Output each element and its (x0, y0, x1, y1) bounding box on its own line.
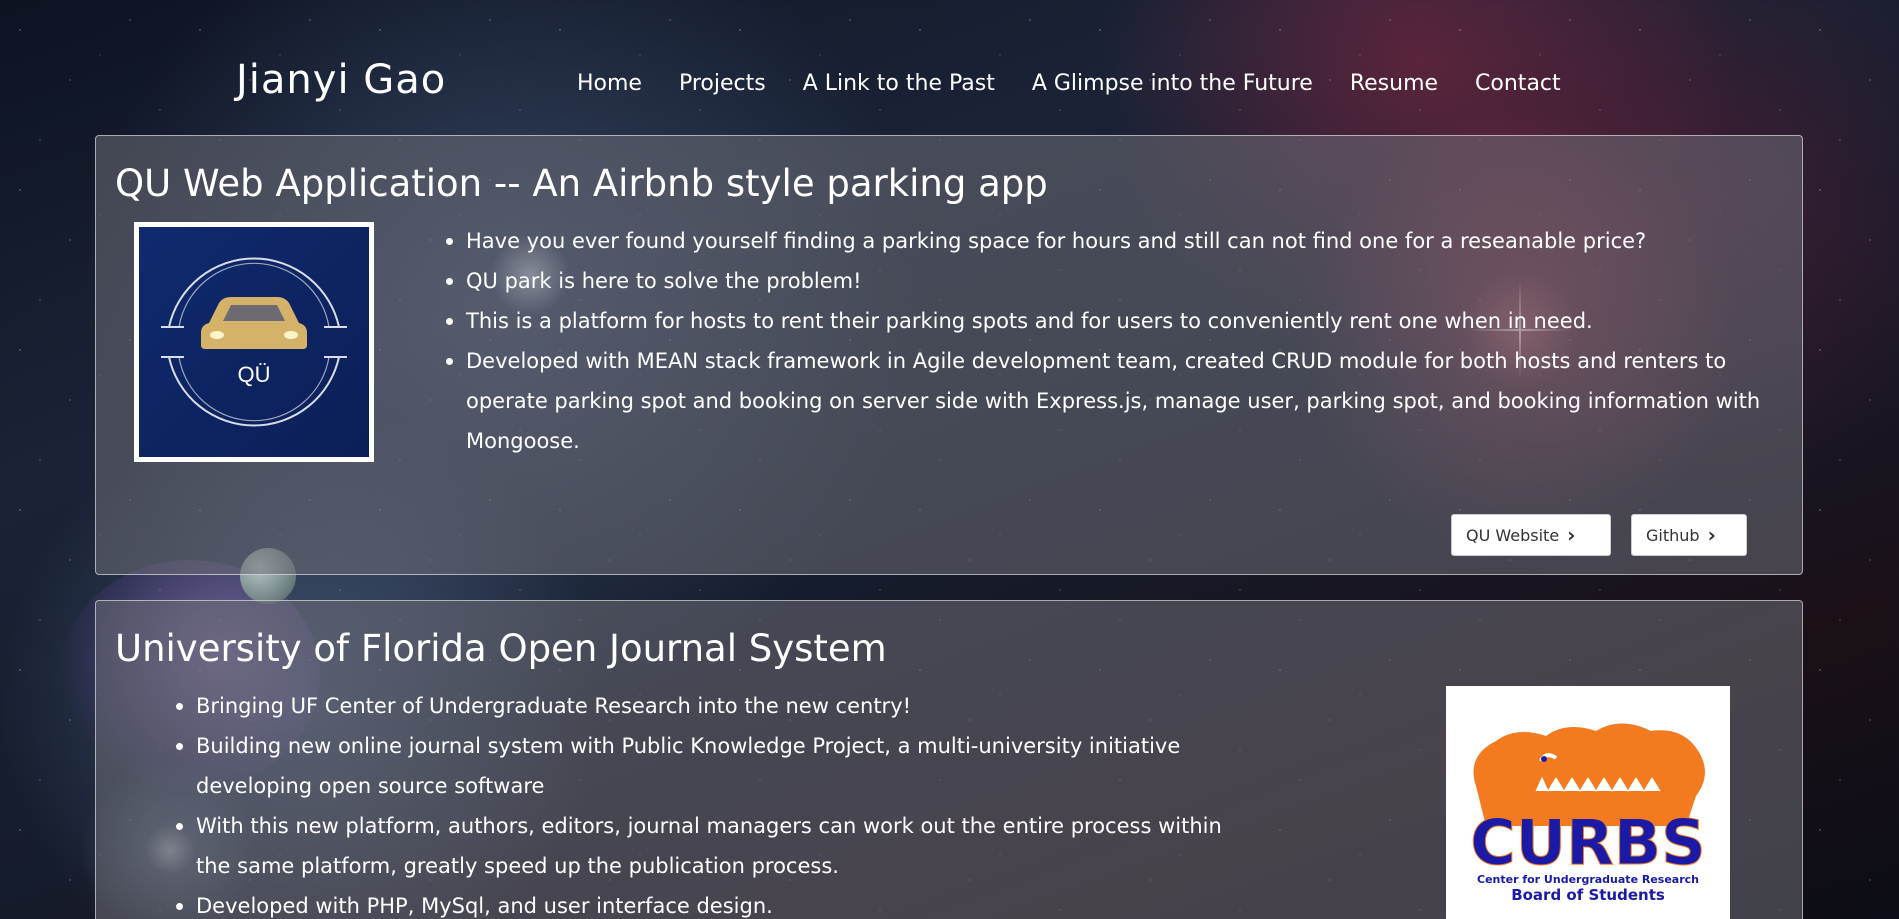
curbs-logo-subtitle-2: Board of Students (1511, 886, 1665, 904)
qu-car-emblem-icon (161, 257, 347, 427)
list-item: Developed with MEAN stack framework in A… (446, 341, 1776, 461)
nav-item-contact: Contact (1475, 68, 1561, 100)
chevron-right-icon: › (1707, 523, 1716, 547)
curbs-logo-image: CURBS Center for Undergraduate Research … (1446, 686, 1730, 919)
curbs-logo-title: CURBS (1470, 806, 1706, 879)
qu-logo-background: QÜ (139, 227, 369, 457)
project-bullet-list: Have you ever found yourself finding a p… (446, 221, 1776, 461)
nav-link-future[interactable]: A Glimpse into the Future (1032, 68, 1313, 100)
list-item: With this new platform, authors, editors… (176, 806, 1236, 886)
github-button[interactable]: Github › (1631, 514, 1747, 556)
chevron-right-icon: › (1567, 523, 1576, 547)
nav-link-past[interactable]: A Link to the Past (803, 68, 995, 100)
qu-logo-image: QÜ (134, 222, 374, 462)
list-item: This is a platform for hosts to rent the… (446, 301, 1776, 341)
nav-link-projects[interactable]: Projects (679, 68, 766, 100)
project-card-qu: QU Web Application -- An Airbnb style pa… (95, 135, 1803, 575)
nav-link-contact[interactable]: Contact (1475, 68, 1561, 100)
nav-item-projects: Projects (679, 68, 803, 100)
list-item: Building new online journal system with … (176, 726, 1236, 806)
gator-emblem-icon: CURBS Center for Undergraduate Research … (1470, 723, 1706, 904)
nav-item-past: A Link to the Past (803, 68, 1032, 100)
qu-logo-text: QÜ (237, 362, 271, 387)
github-button-label: Github (1646, 525, 1700, 545)
site-header: Jianyi Gao Home Projects A Link to the P… (0, 0, 1899, 130)
nav-item-resume: Resume (1350, 68, 1475, 100)
site-brand[interactable]: Jianyi Gao (236, 56, 446, 104)
list-item: Have you ever found yourself finding a p… (446, 221, 1776, 261)
main-nav: Home Projects A Link to the Past A Glimp… (577, 68, 1561, 100)
list-item: Bringing UF Center of Undergraduate Rese… (176, 686, 1236, 726)
list-item: Developed with PHP, MySql, and user inte… (176, 886, 1236, 919)
qu-website-button[interactable]: QU Website › (1451, 514, 1611, 556)
nav-link-home[interactable]: Home (577, 68, 642, 100)
project-card-ufojs: University of Florida Open Journal Syste… (95, 600, 1803, 919)
list-item: QU park is here to solve the problem! (446, 261, 1776, 301)
project-title: QU Web Application -- An Airbnb style pa… (115, 162, 1048, 205)
qu-website-button-label: QU Website (1466, 525, 1560, 545)
curbs-logo-subtitle: Center for Undergraduate Research (1477, 873, 1699, 886)
project-bullet-list: Bringing UF Center of Undergraduate Rese… (176, 686, 1236, 919)
nav-item-home: Home (577, 68, 679, 100)
nav-link-resume[interactable]: Resume (1350, 68, 1438, 100)
project-title: University of Florida Open Journal Syste… (115, 627, 887, 670)
nav-item-future: A Glimpse into the Future (1032, 68, 1350, 100)
